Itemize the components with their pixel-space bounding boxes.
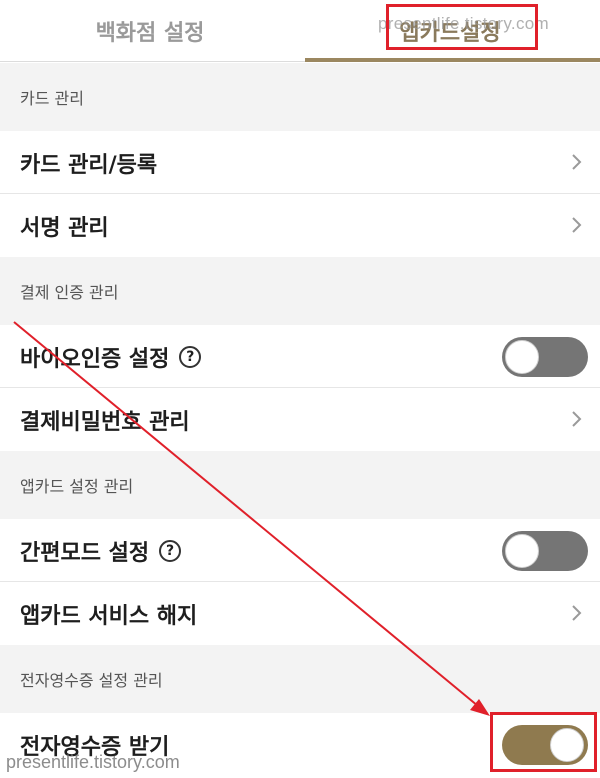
annotation-arrow <box>13 321 490 716</box>
watermark-bottom: presentlife.tistory.com <box>6 752 180 772</box>
